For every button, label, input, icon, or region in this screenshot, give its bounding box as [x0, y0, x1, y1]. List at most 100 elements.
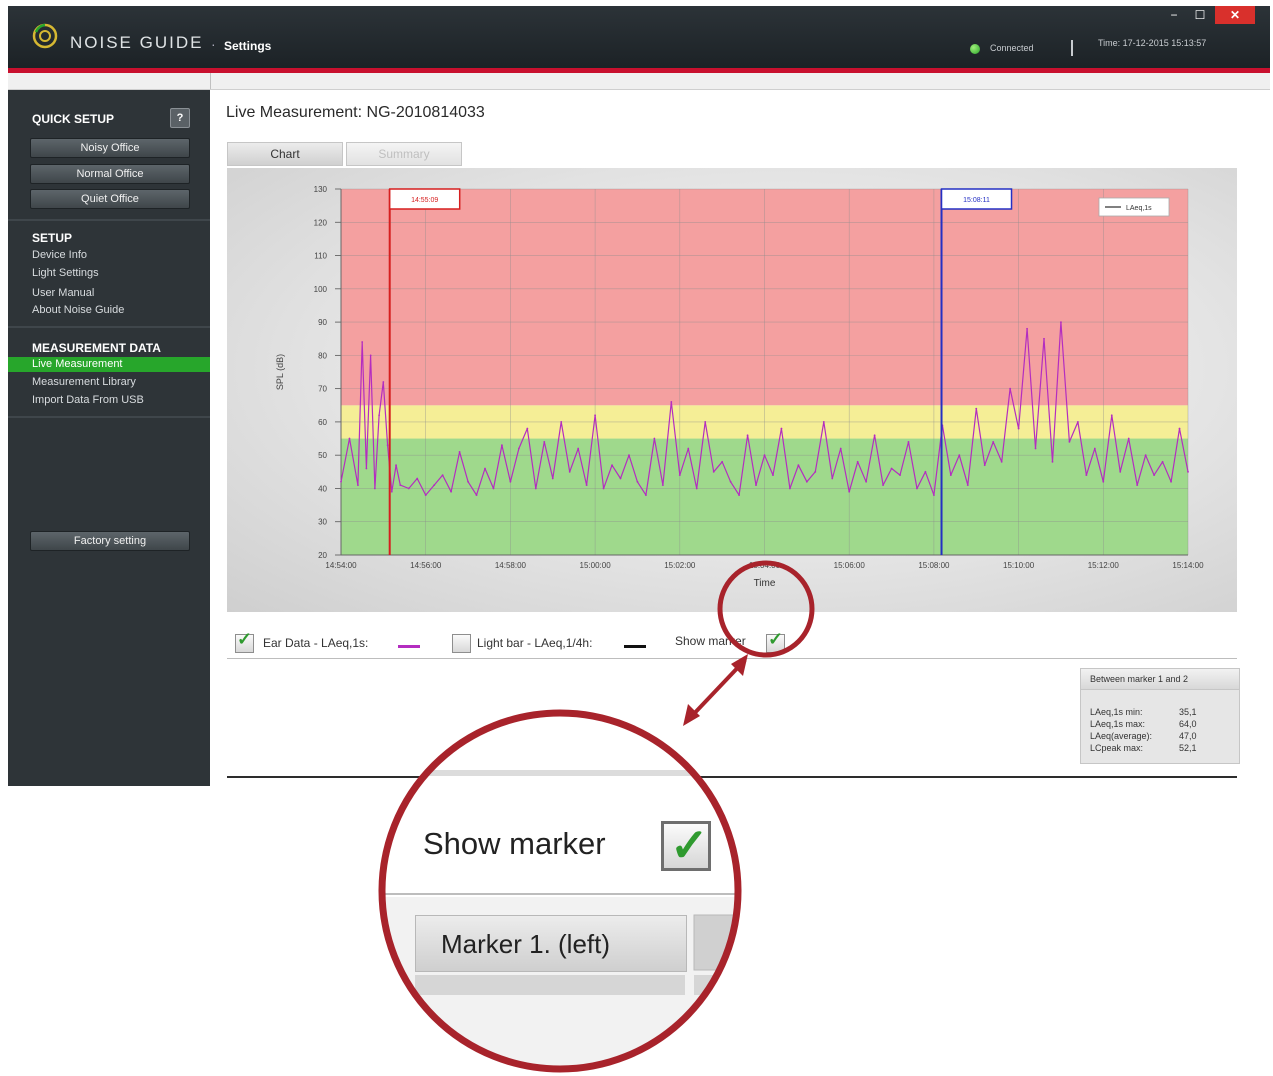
data-point	[645, 494, 647, 497]
data-point	[789, 487, 791, 490]
minimize-button[interactable]: −	[1162, 6, 1186, 24]
stat-value: 47,0	[1179, 731, 1197, 741]
data-point	[1060, 321, 1062, 323]
data-point	[1187, 470, 1189, 473]
data-point	[585, 484, 588, 487]
data-point	[450, 490, 453, 493]
data-point	[797, 464, 800, 467]
data-point	[373, 487, 376, 490]
data-point	[407, 487, 410, 490]
sidebar-divider	[8, 326, 210, 328]
quick-setup-title: QUICK SETUP	[32, 112, 115, 126]
y-tick-label: 40	[318, 484, 327, 493]
stat-label: LAeq,1s max:	[1090, 719, 1146, 729]
data-point	[890, 467, 893, 470]
marker-stats-title: Between marker 1 and 2	[1081, 669, 1239, 690]
light-bar-swatch	[624, 645, 646, 648]
data-point	[780, 427, 783, 430]
data-point	[619, 477, 622, 480]
data-point	[831, 477, 834, 480]
x-tick-label: 15:02:00	[664, 561, 696, 570]
data-point	[602, 487, 605, 490]
data-point	[1000, 460, 1003, 463]
data-point	[1009, 387, 1012, 390]
data-point	[1068, 440, 1071, 443]
data-point	[1170, 480, 1172, 483]
sidebar-item-device-info[interactable]: Device Info	[32, 249, 87, 261]
data-point	[738, 494, 740, 497]
help-button[interactable]: ?	[170, 108, 190, 128]
maximize-button[interactable]: ☐	[1188, 6, 1212, 24]
data-point	[399, 484, 402, 487]
quiet-office-button[interactable]: Quiet Office	[30, 189, 190, 209]
data-point	[628, 454, 630, 457]
data-point	[933, 494, 935, 497]
stat-value: 35,1	[1179, 707, 1197, 717]
data-point	[924, 470, 927, 473]
data-point	[721, 460, 724, 463]
data-point	[1136, 484, 1139, 487]
normal-office-button[interactable]: Normal Office	[30, 164, 190, 184]
y-tick-label: 130	[314, 185, 328, 194]
data-point	[611, 464, 613, 467]
checkmark-icon: ✓	[670, 819, 709, 871]
data-point	[568, 470, 571, 473]
stat-label: LAeq(average):	[1090, 731, 1153, 741]
data-point	[551, 477, 554, 480]
ear-data-label: Ear Data - LAeq,1s:	[263, 636, 369, 650]
stat-value: 52,1	[1179, 743, 1197, 753]
y-tick-label: 20	[318, 551, 327, 560]
bottom-divider	[227, 776, 1237, 778]
sidebar-item-measurement-library[interactable]: Measurement Library	[32, 376, 136, 388]
callout-show-marker-checkbox: ✓	[661, 819, 711, 871]
data-point	[467, 480, 469, 483]
data-point	[1051, 460, 1054, 463]
data-point	[378, 414, 381, 417]
tab-chart[interactable]: Chart	[227, 142, 343, 166]
data-point	[357, 484, 359, 487]
sidebar-item-light-settings[interactable]: Light Settings	[32, 267, 99, 279]
stat-label: LAeq,1s min:	[1090, 707, 1143, 717]
data-point	[966, 484, 969, 487]
setup-title: SETUP	[32, 231, 73, 245]
sidebar-item-live-measurement[interactable]: Live Measurement	[32, 358, 123, 370]
noisy-office-button[interactable]: Noisy Office	[30, 138, 190, 158]
sidebar-divider	[8, 219, 210, 221]
data-point	[1034, 447, 1037, 450]
tab-summary[interactable]: Summary	[346, 142, 462, 166]
data-point	[687, 447, 690, 450]
data-point	[1144, 454, 1147, 457]
data-point	[678, 474, 681, 477]
data-point	[369, 354, 372, 357]
ear-data-checkbox[interactable]: ✓	[235, 629, 254, 653]
close-button[interactable]: ✕	[1215, 6, 1255, 24]
factory-setting-button[interactable]: Factory setting	[30, 531, 190, 551]
data-point	[560, 421, 563, 423]
data-point	[763, 454, 766, 457]
data-point	[805, 480, 808, 483]
data-point	[1161, 460, 1164, 463]
show-marker-checkbox[interactable]: ✓	[766, 629, 785, 653]
legend-entry: LAeq,1s	[1126, 205, 1152, 212]
sidebar-item-import-usb[interactable]: Import Data From USB	[32, 394, 144, 406]
sidebar-item-about[interactable]: About Noise Guide	[32, 304, 124, 316]
x-tick-label: 15:06:00	[834, 561, 866, 570]
data-point	[509, 480, 512, 483]
data-point	[839, 447, 842, 450]
sub-bar	[8, 73, 1270, 90]
data-point	[1043, 337, 1045, 340]
settings-link[interactable]: Settings	[224, 39, 271, 53]
data-point	[661, 484, 664, 487]
data-point	[517, 447, 520, 450]
show-marker-label: Show marker	[675, 634, 746, 648]
callout-show-marker-label: Show marker	[423, 826, 606, 861]
data-point	[390, 490, 393, 493]
sidebar-item-user-manual[interactable]: User Manual	[32, 287, 94, 299]
x-tick-label: 15:12:00	[1088, 561, 1120, 570]
y-axis-label: SPL (dB)	[275, 354, 285, 390]
light-bar-checkbox[interactable]	[452, 634, 471, 653]
data-point	[755, 484, 757, 487]
x-tick-label: 14:58:00	[495, 561, 527, 570]
data-point	[594, 414, 596, 417]
data-point	[772, 474, 774, 477]
